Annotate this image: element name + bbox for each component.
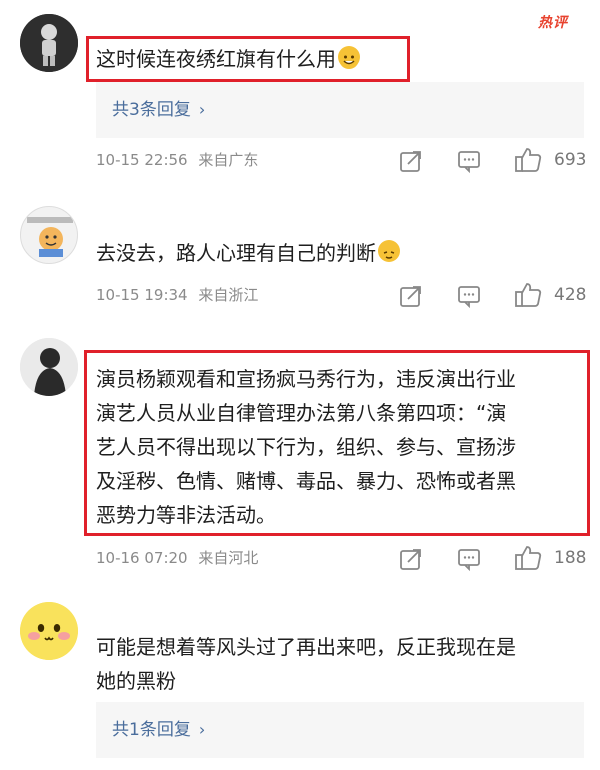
- like-thumb-icon: [515, 546, 542, 570]
- comment-text: 去没去，路人心理有自己的判断: [96, 236, 400, 270]
- comment-time: 10-15 19:34: [96, 286, 188, 304]
- comment-line: 可能是想着等风头过了再出来吧，反正我现在是: [96, 635, 516, 659]
- comment-button[interactable]: [456, 283, 482, 311]
- comment-button[interactable]: [456, 148, 482, 176]
- comment-location: 来自广东: [198, 151, 259, 169]
- reply-count-link[interactable]: 共1条回复 ›: [96, 702, 584, 758]
- comment-time: 10-15 22:56: [96, 151, 188, 169]
- grin-emoji-icon: [338, 46, 360, 69]
- comment-icon: [458, 151, 480, 174]
- comment-text: 可能是想着等风头过了再出来吧，反正我现在是 她的黑粉: [96, 630, 516, 698]
- cartoon-avatar-icon: [27, 217, 73, 257]
- like-button[interactable]: 428: [514, 281, 594, 309]
- share-button[interactable]: [398, 148, 424, 176]
- reply-count-link[interactable]: 共3条回复 ›: [96, 82, 584, 138]
- share-icon: [400, 151, 421, 172]
- chevron-right-icon: ›: [198, 100, 206, 119]
- like-count: 428: [554, 285, 587, 305]
- comment-line: 演艺人员从业自律管理办法第八条第四项：“演: [96, 401, 507, 425]
- comment-line: 恶势力等非法活动。: [96, 503, 276, 527]
- like-thumb-icon: [515, 283, 542, 307]
- comment-meta: 10-15 19:34 来自浙江: [96, 283, 258, 307]
- share-button[interactable]: [398, 546, 424, 574]
- like-count: 188: [554, 548, 587, 568]
- astronaut-avatar-icon: [20, 14, 78, 72]
- like-count: 693: [554, 150, 587, 170]
- comment-line: 艺人员不得出现以下行为，组织、参与、宣扬涉: [96, 435, 516, 459]
- chevron-right-icon: ›: [198, 720, 206, 739]
- like-button[interactable]: 693: [514, 146, 594, 174]
- comment-meta: 10-16 07:20 来自河北: [96, 546, 258, 570]
- share-button[interactable]: [398, 283, 424, 311]
- hot-comment-badge: 热评: [538, 15, 568, 31]
- silhouette-avatar-icon: [20, 338, 78, 396]
- like-button[interactable]: 188: [514, 544, 594, 572]
- comment-text: 演员杨颖观看和宣扬疯马秀行为，违反演出行业 演艺人员从业自律管理办法第八条第四项…: [96, 362, 516, 532]
- avatar[interactable]: [20, 602, 78, 660]
- comment-icon: [458, 549, 480, 572]
- avatar[interactable]: [20, 338, 78, 396]
- comment-icon: [458, 286, 480, 309]
- comment-time: 10-16 07:20: [96, 549, 188, 567]
- like-thumb-icon: [515, 148, 542, 172]
- comment-line: 她的黑粉: [96, 669, 176, 693]
- comment-line: 演员杨颖观看和宣扬疯马秀行为，违反演出行业: [96, 367, 516, 391]
- smiley-avatar-icon: [20, 602, 78, 660]
- comment-text: 这时候连夜绣红旗有什么用: [96, 42, 360, 76]
- comment-line: 及淫秽、色情、赌博、毒品、暴力、恐怖或者黑: [96, 469, 516, 493]
- avatar[interactable]: [20, 206, 78, 264]
- comment-location: 来自浙江: [198, 286, 259, 304]
- comment-meta: 10-15 22:56 来自广东: [96, 148, 258, 172]
- share-icon: [400, 286, 421, 307]
- comment-location: 来自河北: [198, 549, 259, 567]
- share-icon: [400, 549, 421, 570]
- cat-emoji-icon: [378, 240, 400, 262]
- avatar[interactable]: [20, 14, 78, 72]
- comment-button[interactable]: [456, 546, 482, 574]
